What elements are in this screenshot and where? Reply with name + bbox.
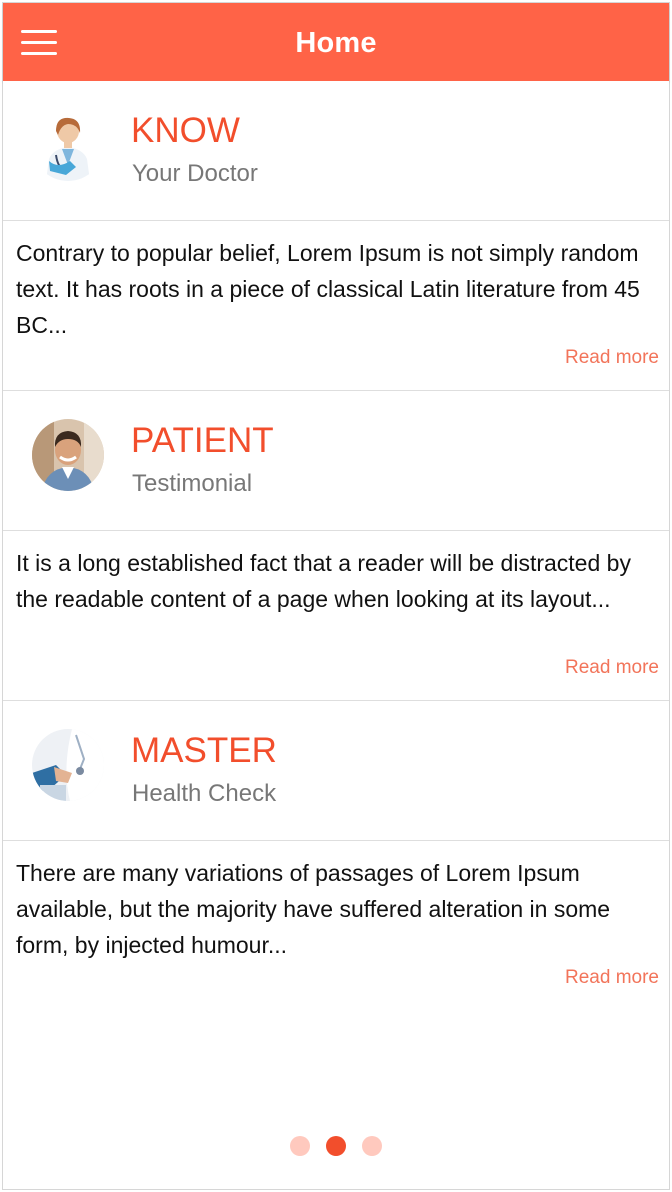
card-header-patient[interactable]: PATIENT Testimonial (3, 391, 669, 531)
card-body-patient: It is a long established fact that a rea… (3, 531, 669, 701)
card-body-know: Contrary to popular belief, Lorem Ipsum … (3, 221, 669, 391)
top-app-bar: Home (3, 3, 669, 81)
page-dot-2-active[interactable] (326, 1136, 346, 1156)
card-description: There are many variations of passages of… (16, 860, 611, 958)
read-more-link[interactable]: Read more (565, 657, 659, 679)
page-indicator (3, 1136, 669, 1158)
card-description: Contrary to popular belief, Lorem Ipsum … (16, 240, 640, 338)
page-dot-1[interactable] (290, 1136, 310, 1156)
read-more-link[interactable]: Read more (565, 347, 659, 369)
card-subtitle: Health Check (132, 780, 277, 807)
patient-avatar-icon (32, 419, 104, 491)
card-title: MASTER (131, 731, 277, 770)
app-screen: Home KNOW Your Doctor Contrary to popula… (2, 2, 670, 1190)
card-header-know[interactable]: KNOW Your Doctor (3, 81, 669, 221)
card-header-master[interactable]: MASTER Health Check (3, 701, 669, 841)
health-check-avatar-icon (32, 729, 104, 801)
doctor-avatar-icon (32, 109, 104, 181)
card-description: It is a long established fact that a rea… (16, 550, 631, 612)
page-title: Home (295, 27, 377, 59)
card-subtitle: Testimonial (132, 470, 253, 497)
card-body-master: There are many variations of passages of… (3, 841, 669, 1011)
read-more-link[interactable]: Read more (565, 967, 659, 989)
card-subtitle: Your Doctor (132, 160, 258, 187)
page-dot-3[interactable] (362, 1136, 382, 1156)
card-title: KNOW (131, 111, 240, 150)
card-title: PATIENT (131, 421, 274, 460)
